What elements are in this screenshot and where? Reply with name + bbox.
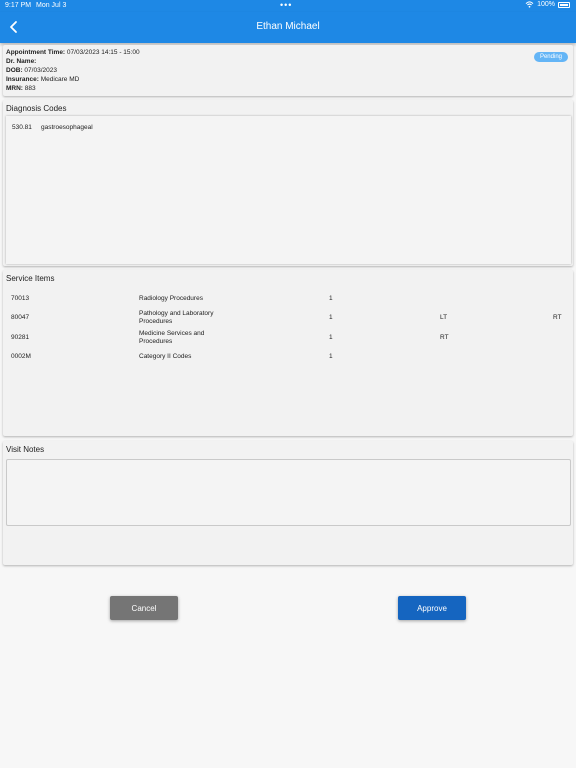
- dob-label: DOB:: [6, 67, 23, 74]
- mrn-value: 883: [24, 85, 36, 92]
- service-code: 90281: [11, 334, 30, 341]
- approve-button[interactable]: Approve: [398, 596, 466, 620]
- service-quantity: 1: [329, 334, 333, 341]
- service-code: 80047: [11, 314, 30, 321]
- insurance-label: Insurance:: [6, 76, 39, 83]
- battery-icon: [558, 1, 570, 8]
- status-indicators: 100%: [525, 1, 570, 8]
- diagnosis-list: 530.81 gastroesophageal: [6, 116, 571, 264]
- service-modifier-2: RT: [553, 314, 562, 321]
- service-description: Category II Codes: [139, 353, 192, 360]
- visit-notes-input[interactable]: [6, 459, 571, 526]
- mrn-row: MRN: 883: [6, 84, 36, 93]
- diagnosis-code: 530.81: [12, 124, 32, 131]
- multitasking-dots-icon[interactable]: •••: [280, 0, 292, 11]
- service-quantity: 1: [329, 314, 333, 321]
- service-modifier-1: LT: [440, 314, 448, 321]
- page-title: Ethan Michael: [256, 21, 320, 32]
- service-code: 0002M: [11, 353, 31, 360]
- doctor-name-label: Dr. Name:: [6, 58, 37, 65]
- cancel-button[interactable]: Cancel: [110, 596, 178, 620]
- status-date: Mon Jul 3: [36, 2, 67, 9]
- service-items-card: Service Items 70013 Radiology Procedures…: [3, 270, 573, 436]
- service-description: Radiology Procedures: [139, 295, 203, 302]
- status-bar: 9:17 PM Mon Jul 3 ••• 100%: [0, 0, 576, 12]
- battery-percent: 100%: [537, 1, 555, 8]
- nav-bar: Ethan Michael: [0, 12, 576, 43]
- dob-row: DOB: 07/03/2023: [6, 66, 57, 75]
- diagnosis-codes-title: Diagnosis Codes: [6, 104, 67, 113]
- dob-value: 07/03/2023: [24, 67, 57, 74]
- wifi-icon: [525, 1, 534, 8]
- diagnosis-codes-card: Diagnosis Codes 530.81 gastroesophageal: [3, 100, 573, 266]
- service-code: 70013: [11, 295, 30, 302]
- appointment-time-label: Appointment Time:: [6, 49, 66, 56]
- service-items-title: Service Items: [6, 274, 55, 283]
- appointment-time-value: 07/03/2023 14:15 - 15:00: [66, 49, 140, 56]
- appointment-time-row: Appointment Time: 07/03/2023 14:15 - 15:…: [6, 48, 140, 57]
- service-description: Medicine Services and Procedures: [139, 330, 205, 345]
- status-badge: Pending: [533, 52, 568, 62]
- doctor-name-row: Dr. Name:: [6, 57, 36, 66]
- service-description: Pathology and Laboratory Procedures: [139, 310, 214, 325]
- mrn-label: MRN:: [6, 85, 23, 92]
- status-time: 9:17 PM: [5, 2, 32, 9]
- insurance-row: Insurance: Medicare MD: [6, 75, 79, 84]
- patient-info-card: Appointment Time: 07/03/2023 14:15 - 15:…: [3, 45, 573, 96]
- service-modifier-1: RT: [440, 334, 449, 341]
- service-quantity: 1: [329, 353, 333, 360]
- visit-notes-title: Visit Notes: [6, 445, 45, 454]
- insurance-value: Medicare MD: [40, 76, 80, 83]
- visit-notes-card: Visit Notes: [3, 441, 573, 565]
- service-quantity: 1: [329, 295, 333, 302]
- diagnosis-description: gastroesophageal: [41, 124, 93, 131]
